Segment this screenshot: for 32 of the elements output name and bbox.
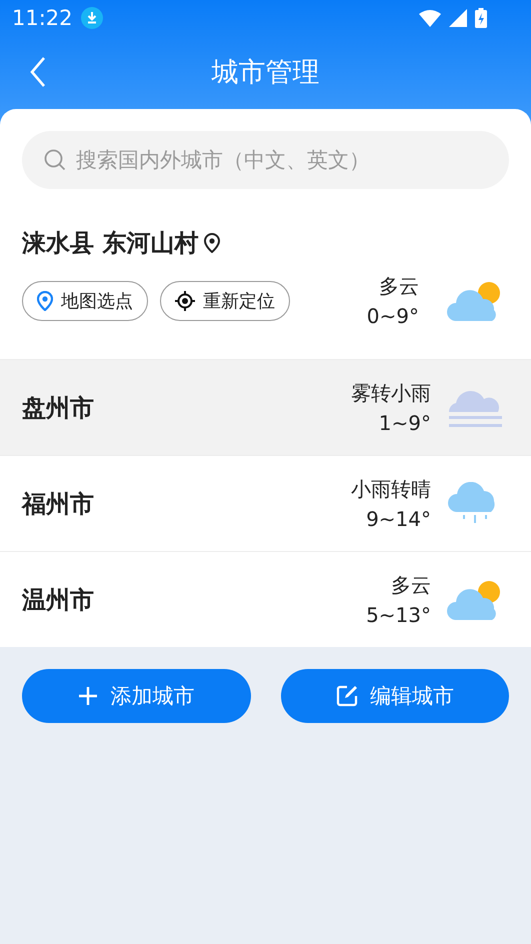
temperature-range: 0~9° — [366, 303, 419, 330]
weather-condition: 多云 — [391, 572, 431, 598]
city-row[interactable]: 盘州市 雾转小雨 1~9° — [0, 360, 531, 456]
edit-icon — [336, 685, 358, 707]
plus-icon — [78, 686, 98, 706]
battery-icon — [475, 8, 487, 28]
weather-condition: 小雨转晴 — [351, 476, 431, 502]
temperature-range: 1~9° — [378, 410, 431, 436]
wifi-icon — [419, 9, 441, 27]
status-time: 11:22 — [12, 6, 73, 30]
add-city-button[interactable]: 添加城市 — [22, 669, 250, 723]
search-icon — [44, 149, 66, 171]
weather-condition: 多云 — [379, 273, 419, 300]
city-name: 福州市 — [22, 488, 94, 520]
map-pick-button[interactable]: 地图选点 — [22, 281, 148, 321]
edit-city-button[interactable]: 编辑城市 — [280, 669, 509, 723]
back-icon[interactable] — [30, 57, 46, 87]
city-name: 盘州市 — [22, 392, 94, 424]
city-name: 温州市 — [22, 584, 94, 616]
download-icon — [80, 7, 103, 29]
temperature-range: 5~13° — [366, 602, 431, 628]
location-name: 涞水县 东河山村 — [22, 228, 198, 259]
temperature-range: 9~14° — [366, 506, 431, 532]
signal-icon — [449, 9, 467, 27]
relocate-button[interactable]: 重新定位 — [160, 281, 290, 321]
crosshair-icon — [175, 291, 195, 311]
page-title: 城市管理 — [212, 56, 320, 90]
weather-condition: 雾转小雨 — [351, 380, 431, 406]
cloud-sun-icon — [447, 279, 503, 323]
location-pin-icon — [37, 291, 53, 311]
location-pin-icon — [204, 233, 220, 253]
search-field[interactable]: 搜索国内外城市（中文、英文） — [22, 131, 509, 189]
